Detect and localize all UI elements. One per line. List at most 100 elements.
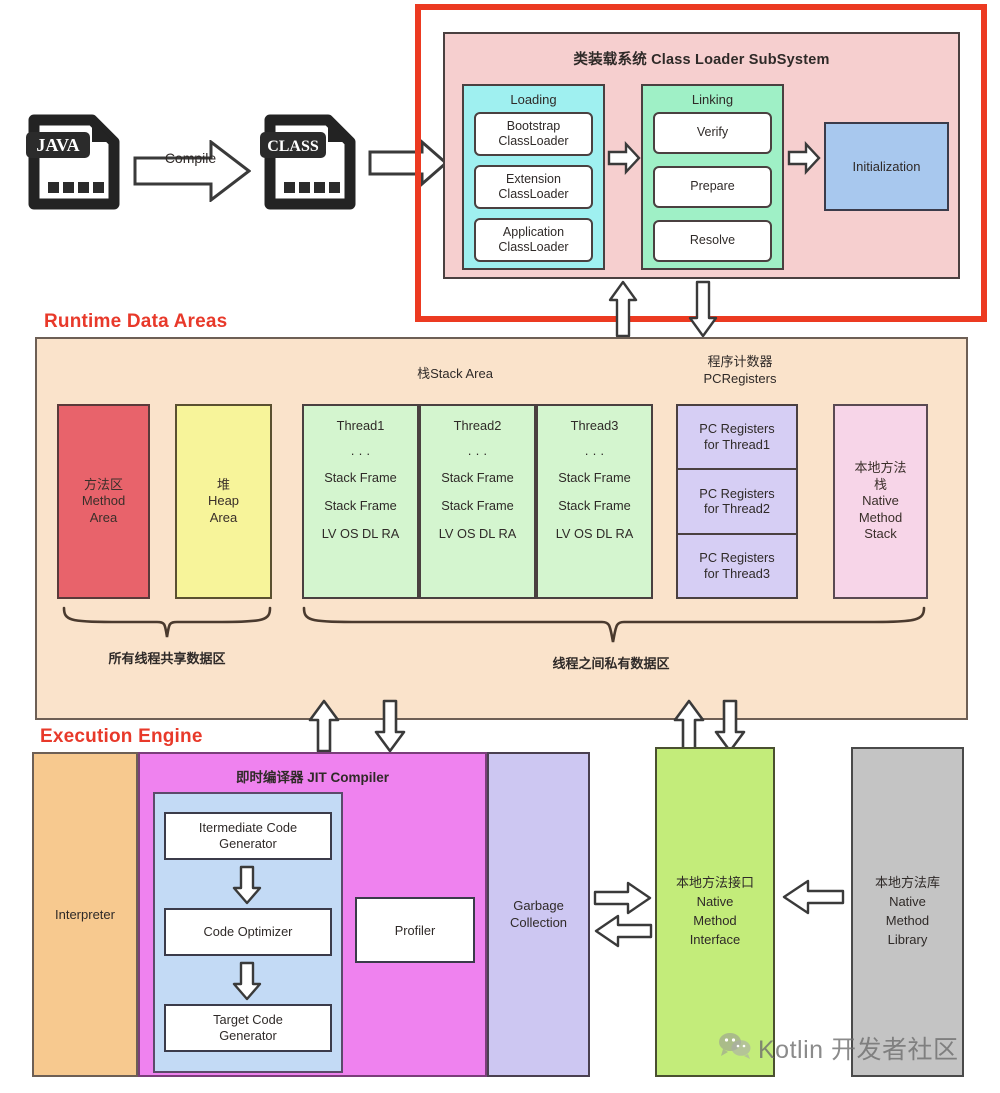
verify-item[interactable]: Verify	[653, 112, 772, 154]
extension-classloader-line2: ClassLoader	[498, 187, 569, 201]
application-classloader-line2: ClassLoader	[498, 240, 569, 254]
pc-registers-thread2-line2: for Thread2	[704, 501, 770, 517]
prepare-item[interactable]: Prepare	[653, 166, 772, 208]
method-area-line3: Area	[89, 509, 118, 525]
icg-to-optimizer-arrow	[232, 865, 262, 905]
compile-label: Compile	[164, 150, 217, 166]
pc-registers-thread1-line2: for Thread1	[704, 437, 770, 453]
native-method-stack-line3: Native	[862, 493, 899, 509]
java-file-icon: JAVA	[22, 112, 126, 212]
nml-to-nmi-arrow	[782, 879, 845, 915]
thread2-frame-2: Stack Frame	[441, 497, 514, 513]
method-area-line2: Method	[81, 493, 126, 509]
initialization-box[interactable]: Initialization	[824, 122, 949, 211]
native-method-interface-line2: Native	[696, 894, 734, 910]
thread1-frame-2: Stack Frame	[324, 497, 397, 513]
private-data-brace	[302, 606, 926, 651]
native-method-interface-box[interactable]: 本地方法接口 Native Method Interface	[655, 747, 775, 1077]
application-classloader-item[interactable]: Application ClassLoader	[474, 218, 593, 262]
nmi-to-runtime-up-arrow	[673, 699, 705, 753]
bootstrap-classloader-line2: ClassLoader	[498, 134, 569, 148]
thread2-stack-column[interactable]: Thread2 · · · Stack Frame Stack Frame LV…	[419, 404, 536, 599]
native-method-library-line3: Method	[885, 913, 930, 928]
bootstrap-classloader-item[interactable]: Bootstrap ClassLoader	[474, 112, 593, 156]
thread3-frame-1: Stack Frame	[558, 469, 631, 485]
thread2-frame-1: Stack Frame	[441, 469, 514, 485]
heap-area-box[interactable]: 堆 Heap Area	[175, 404, 272, 599]
thread3-stack-column[interactable]: Thread3 · · · Stack Frame Stack Frame LV…	[536, 404, 653, 599]
native-method-interface-line1: 本地方法接口	[675, 875, 754, 891]
garbage-collection-box[interactable]: Garbage Collection	[487, 752, 590, 1077]
native-method-interface-line4: Interface	[689, 931, 741, 947]
linking-group-title: Linking	[691, 92, 734, 107]
method-area-box[interactable]: 方法区 Method Area	[57, 404, 150, 599]
native-method-stack-line1: 本地方法	[854, 459, 907, 475]
extension-classloader-item[interactable]: Extension ClassLoader	[474, 165, 593, 209]
pc-registers-thread2-line1: PC Registers	[699, 485, 775, 501]
heap-area-line3: Area	[209, 509, 238, 525]
pc-registers-thread2[interactable]: PC Registers for Thread2	[678, 470, 796, 535]
shared-data-brace-label: 所有线程共享数据区	[108, 651, 226, 666]
profiler-box[interactable]: Profiler	[355, 897, 475, 963]
method-area-line1: 方法区	[83, 476, 123, 492]
native-method-stack-line4: Method	[858, 509, 903, 525]
pc-registers-thread3-line1: PC Registers	[699, 549, 775, 565]
runtime-data-areas-title: Runtime Data Areas	[44, 311, 228, 332]
code-optimizer-label: Code Optimizer	[203, 924, 293, 939]
thread1-frame-1: Stack Frame	[324, 469, 397, 485]
resolve-item[interactable]: Resolve	[653, 220, 772, 262]
native-method-stack-line5: Stack	[864, 526, 897, 542]
thread3-slots: LV OS DL RA	[555, 525, 634, 541]
class-file-label: CLASS	[267, 138, 319, 155]
optimizer-to-target-arrow	[232, 961, 262, 1001]
target-code-generator-line2: Generator	[219, 1028, 277, 1043]
pc-registers-thread3[interactable]: PC Registers for Thread3	[678, 535, 796, 597]
loading-to-linking-arrow	[607, 140, 641, 176]
jit-compiler-title: 即时编译器 JIT Compiler	[235, 770, 389, 785]
native-method-stack-box[interactable]: 本地方法 栈 Native Method Stack	[833, 404, 928, 599]
pc-registers-heading: 程序计数器 PCRegisters	[660, 354, 820, 388]
thread2-name: Thread2	[453, 418, 502, 433]
code-optimizer-step[interactable]: Code Optimizer	[164, 908, 332, 956]
thread2-slots: LV OS DL RA	[438, 525, 517, 541]
intermediate-code-generator-line1: Itermediate Code	[198, 820, 298, 836]
runtime-to-engine-down-arrow	[374, 699, 406, 753]
engine-to-runtime-up-arrow	[308, 699, 340, 753]
garbage-collection-line1: Garbage	[513, 897, 564, 913]
extension-classloader-line1: Extension	[506, 171, 561, 186]
pc-registers-thread1[interactable]: PC Registers for Thread1	[678, 406, 796, 471]
pc-registers-heading-line1: 程序计数器	[707, 354, 773, 369]
pc-registers-thread3-line2: for Thread3	[704, 565, 770, 581]
native-method-library-box[interactable]: 本地方法库 Native Method Library	[851, 747, 964, 1077]
execution-engine-title: Execution Engine	[40, 726, 203, 747]
pc-registers-thread1-line1: PC Registers	[699, 421, 775, 437]
heap-area-line1: 堆	[216, 476, 230, 492]
interpreter-box[interactable]: Interpreter	[32, 752, 138, 1077]
target-code-generator-step[interactable]: Target Code Generator	[164, 1004, 332, 1052]
runtime-to-loader-up-arrow	[608, 280, 638, 338]
pc-registers-column[interactable]: PC Registers for Thread1 PC Registers fo…	[676, 404, 798, 599]
thread3-frame-2: Stack Frame	[558, 497, 631, 513]
native-method-library-line1: 本地方法库	[874, 875, 940, 891]
loading-group-title: Loading	[510, 92, 557, 107]
native-method-library-line2: Native	[889, 894, 926, 910]
bootstrap-classloader-line1: Bootstrap	[506, 118, 561, 133]
loader-to-runtime-down-arrow	[688, 280, 718, 338]
runtime-to-nmi-down-arrow	[714, 699, 746, 753]
nmi-to-gc-arrow	[594, 914, 653, 948]
thread2-dots: · · ·	[467, 445, 488, 461]
class-file-icon: CLASS	[258, 112, 362, 212]
thread3-name: Thread3	[570, 418, 619, 433]
thread1-dots: · · ·	[350, 445, 371, 461]
native-method-interface-line3: Method	[693, 913, 737, 928]
linking-to-initialization-arrow	[787, 140, 821, 176]
class-loader-subsystem-title: 类装载系统 Class Loader SubSystem	[573, 52, 830, 68]
private-data-brace-label: 线程之间私有数据区	[552, 656, 670, 671]
shared-data-brace	[62, 606, 272, 645]
application-classloader-line1: Application	[502, 224, 565, 239]
native-method-stack-line2: 栈	[873, 476, 887, 492]
intermediate-code-generator-step[interactable]: Itermediate Code Generator	[164, 812, 332, 860]
thread1-stack-column[interactable]: Thread1 · · · Stack Frame Stack Frame LV…	[302, 404, 419, 599]
garbage-collection-line2: Collection	[509, 914, 568, 930]
java-file-label: JAVA	[36, 135, 79, 155]
